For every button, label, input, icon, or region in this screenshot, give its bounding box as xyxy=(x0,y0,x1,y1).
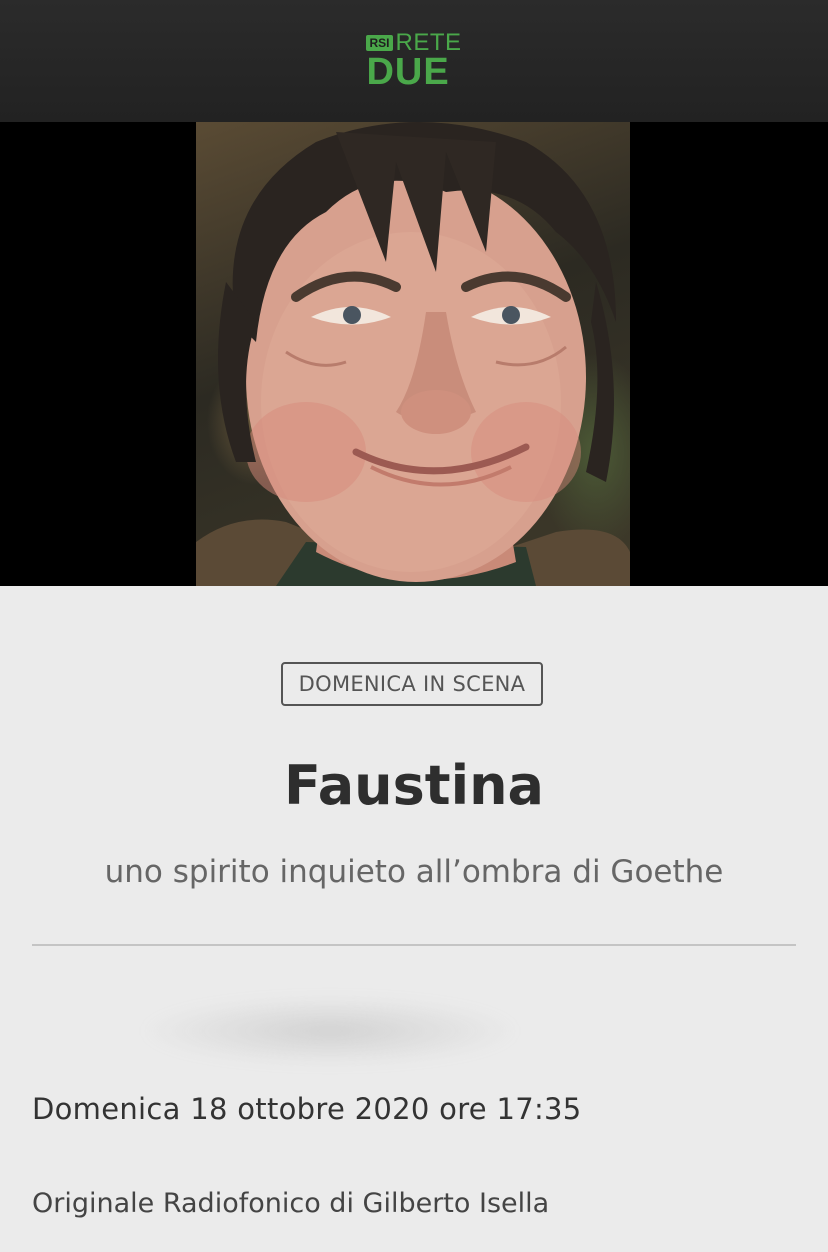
rsi-badge: RSI xyxy=(366,35,393,51)
logo-due-text: DUE xyxy=(366,51,450,93)
page-subtitle: uno spirito inquieto all’ombra di Goethe xyxy=(104,854,724,890)
program-credits: Originale Radiofonico di Gilberto Isella xyxy=(32,1188,550,1219)
page-title: Faustina xyxy=(284,754,544,817)
broadcast-datetime: Domenica 18 ottobre 2020 ore 17:35 xyxy=(32,1092,582,1126)
blurred-placeholder xyxy=(140,996,520,1066)
rete-due-logo[interactable]: RSI RETE DUE xyxy=(366,31,461,91)
hero-image-area xyxy=(0,122,828,586)
portrait-photo xyxy=(196,122,630,586)
top-bar: RSI RETE DUE xyxy=(0,0,828,122)
program-details: DOMENICA IN SCENA Faustina uno spirito i… xyxy=(0,586,828,1252)
divider xyxy=(32,944,796,946)
portrait-illustration xyxy=(196,122,630,586)
category-badge[interactable]: DOMENICA IN SCENA xyxy=(281,662,543,706)
